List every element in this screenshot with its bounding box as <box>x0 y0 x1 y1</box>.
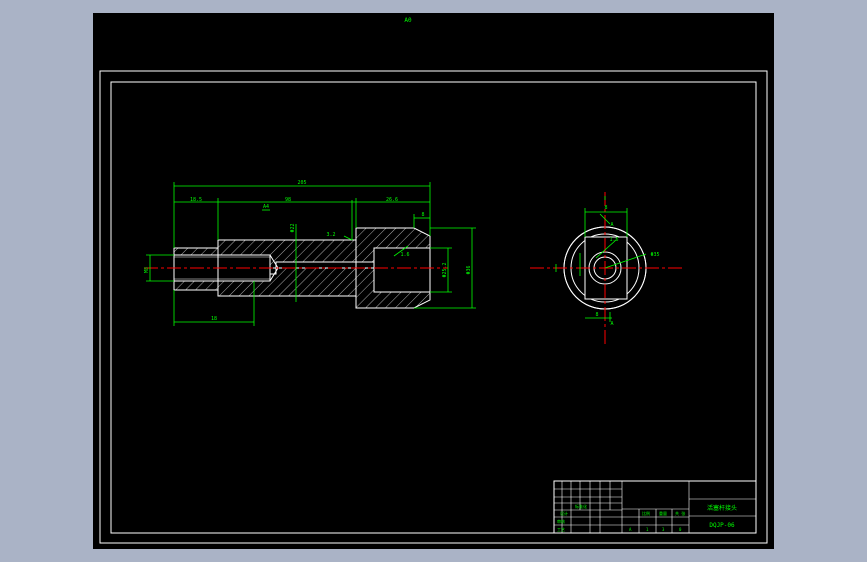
dim-right-step: 26.6 <box>386 197 398 203</box>
end-finish-mark: 1.6 <box>609 237 618 243</box>
tolerance-note: A4 <box>263 204 269 210</box>
part-name: 活塞杆接头 <box>707 504 737 512</box>
cell-sheet: 共 张 <box>675 510 685 516</box>
dim-bore-depth: 18 <box>211 316 217 322</box>
dim-overall-length: 205 <box>297 180 306 186</box>
cell-designer: 设计 <box>560 510 568 516</box>
drawing-number: DQJP-06 <box>709 522 735 529</box>
cell-review: 审核 <box>557 518 565 524</box>
section-label-bottom: A <box>610 321 613 327</box>
sheet-size-note: A0 <box>404 17 412 24</box>
dim-width-top: 8 <box>604 205 607 211</box>
dim-chamfer: 8 <box>421 212 424 218</box>
cell-standard: 标准化 <box>575 503 587 509</box>
cell-process: 工艺 <box>557 527 565 532</box>
surface-finish-1: 3.2 <box>326 232 335 238</box>
cad-drawing-sheet: A0 205 18.5 98 26.6 18 M8 Φ22 Φ36 Φ25.2 … <box>93 13 774 549</box>
section-label-top: A <box>610 222 613 228</box>
dim-left-bore-dia: M8 <box>144 267 150 273</box>
dim-end-outer-dia: Φ35 <box>650 252 659 258</box>
dim-width-bottom: 8 <box>595 312 598 318</box>
dim-left-step: 18.5 <box>190 197 202 203</box>
cell-weight: 重量 <box>659 510 667 516</box>
surface-finish-2: 1.6 <box>400 252 409 258</box>
dim-middle-length: 98 <box>285 197 291 203</box>
dim-right-outer-dia: Φ36 <box>466 265 472 274</box>
dim-mid-dia: Φ22 <box>290 223 296 232</box>
cell-scale: 比例 <box>642 510 650 516</box>
dim-right-bore-dia: Φ25.2 <box>442 262 448 277</box>
